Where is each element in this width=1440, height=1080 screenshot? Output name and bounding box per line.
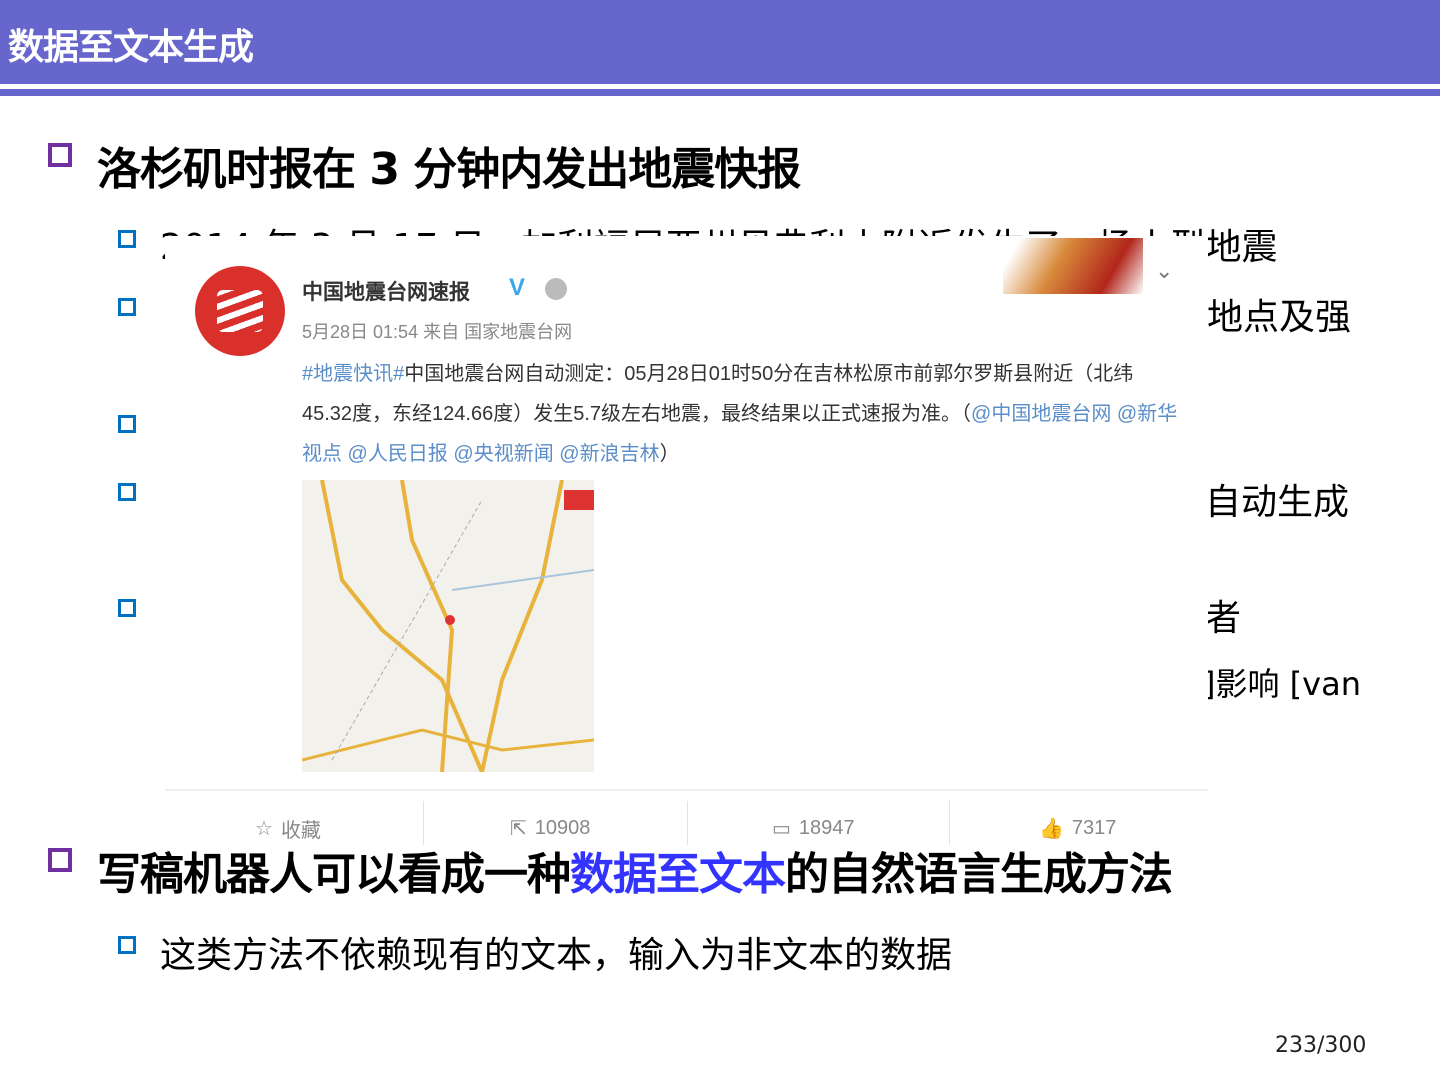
page-number: 233/300 xyxy=(1275,1033,1367,1058)
comment-count: 18947 xyxy=(798,816,855,839)
bullet-square-icon xyxy=(118,230,136,248)
sub-bullet-text: 这类方法不依赖现有的文本，输入为非文本的数据 xyxy=(160,935,953,976)
heading-highlight: 数据至文本 xyxy=(570,849,786,900)
bullet-square-icon xyxy=(48,848,72,872)
repost-button[interactable]: ⇱ 10908 xyxy=(510,808,590,848)
weibo-username[interactable]: 中国地震台网速报 xyxy=(302,276,470,306)
favorite-button[interactable]: ☆ 收藏 xyxy=(255,808,321,848)
separator xyxy=(423,801,424,845)
repost-count: 10908 xyxy=(534,816,591,839)
heading-text: 写稿机器人可以看成一种 xyxy=(97,849,571,900)
sub-bullet-fragment: 自动生成 xyxy=(1205,482,1350,523)
action-divider xyxy=(165,789,1208,791)
earthquake-map-image[interactable] xyxy=(302,480,594,772)
comment-button[interactable]: ▭ 18947 xyxy=(772,808,855,848)
bullet-heading-1: 洛杉矶时报在 3 分钟内发出地震快报 xyxy=(97,144,801,195)
weibo-post-screenshot: 中国地震台网速报 V ⌄ 5月28日 01:54 来自 国家地震台网 #地震快讯… xyxy=(165,236,1208,850)
hashtag-link[interactable]: #地震快讯# xyxy=(302,363,404,385)
favorite-label: 收藏 xyxy=(280,819,321,842)
member-icon xyxy=(545,278,567,300)
post-meta: 5月28日 01:54 来自 国家地震台网 xyxy=(302,322,573,342)
post-body: #地震快讯#中国地震台网自动测定：05月28日01时50分在吉林松原市前郭尔罗斯… xyxy=(302,354,1182,474)
star-icon: ☆ xyxy=(255,817,273,840)
comment-icon: ▭ xyxy=(772,817,791,840)
bullet-square-icon xyxy=(118,298,136,316)
bullet-square-icon xyxy=(118,415,136,433)
separator xyxy=(687,801,688,845)
verified-icon: V xyxy=(509,274,526,301)
header-divider xyxy=(0,89,1440,96)
bullet-square-icon xyxy=(118,936,136,954)
sub-bullet-fragment: 者 xyxy=(1205,598,1242,639)
post-text: ） xyxy=(659,443,680,465)
separator xyxy=(949,801,950,845)
great-wall-banner-image xyxy=(1003,238,1143,294)
like-button[interactable]: 👍 7317 xyxy=(1039,808,1116,848)
thumbs-up-icon: 👍 xyxy=(1039,817,1064,840)
repost-icon: ⇱ xyxy=(510,817,527,840)
heading-text: 的自然语言生成方法 xyxy=(785,849,1173,900)
bullet-square-icon xyxy=(118,483,136,501)
bullet-square-icon xyxy=(48,143,72,167)
bullet-square-icon xyxy=(118,599,136,617)
sub-bullet-fragment: 地点及强 xyxy=(1207,297,1352,338)
chevron-down-icon[interactable]: ⌄ xyxy=(1155,258,1173,284)
earthquake-network-logo xyxy=(195,266,285,356)
like-count: 7317 xyxy=(1071,816,1117,839)
sub-bullet-fragment: ]影响 [van xyxy=(1203,665,1361,703)
slide-title: 数据至文本生成 xyxy=(8,27,254,68)
